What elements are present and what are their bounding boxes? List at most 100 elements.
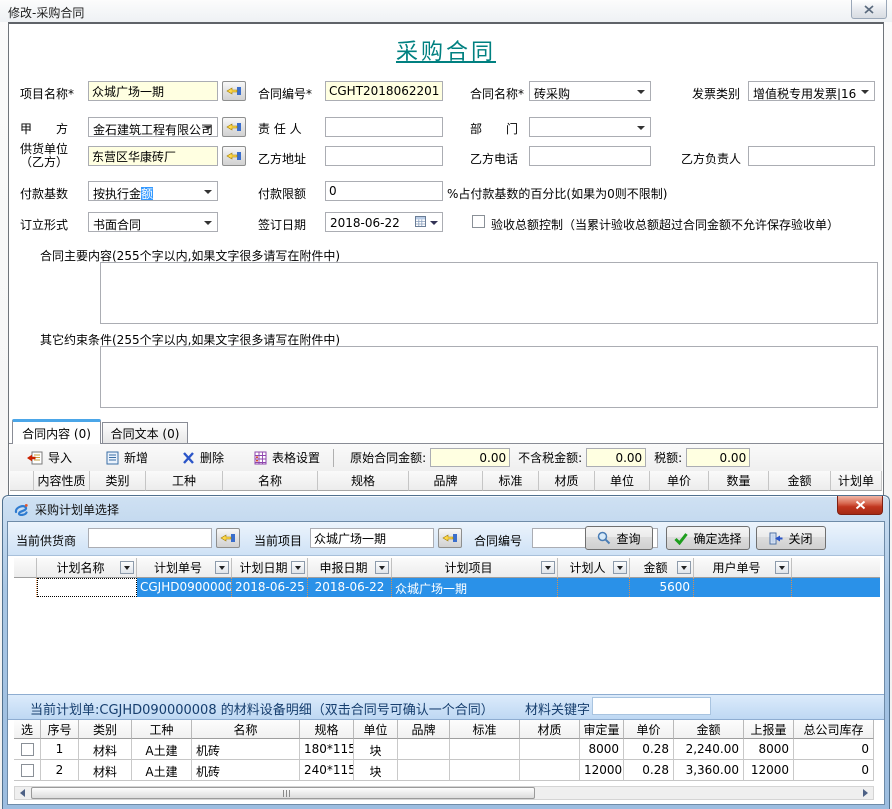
delete-button[interactable]: 删除 <box>177 446 229 469</box>
column-header[interactable]: 用户单号 <box>694 558 792 578</box>
plan-row-selected[interactable]: CGJHD090000008 2018-06-25 2018-06-22 众城广… <box>14 578 880 597</box>
tax-amount-input[interactable] <box>686 448 750 467</box>
plan-no-cell[interactable]: CGJHD090000008 <box>137 578 232 597</box>
query-button[interactable]: 查询 <box>585 526 653 550</box>
department-combo[interactable] <box>529 117 651 137</box>
filter-dropdown-button[interactable] <box>613 561 627 574</box>
filter-dropdown-button[interactable] <box>215 561 229 574</box>
tab-contract-content[interactable]: 合同内容 (0) <box>12 419 101 444</box>
column-header[interactable]: 工种 <box>132 720 192 739</box>
column-header[interactable]: 材质 <box>539 471 595 491</box>
project-pick-button[interactable] <box>438 528 462 548</box>
scroll-right-button[interactable] <box>858 787 873 799</box>
column-header[interactable]: 计划名称 <box>37 558 137 578</box>
supplier-input[interactable] <box>88 146 218 166</box>
column-header[interactable]: 规格 <box>318 471 409 491</box>
notax-amount-input[interactable] <box>586 448 646 467</box>
column-header[interactable]: 申报日期 <box>308 558 392 578</box>
planner-cell[interactable] <box>558 578 630 597</box>
column-header[interactable]: 内容性质 <box>34 471 90 491</box>
project-input[interactable] <box>88 81 218 101</box>
column-header[interactable]: 工种 <box>146 471 223 491</box>
column-header[interactable]: 数量 <box>709 471 769 491</box>
scroll-left-button[interactable] <box>15 787 30 799</box>
column-header[interactable]: 上报量 <box>744 720 794 739</box>
column-header[interactable]: 计划人 <box>558 558 630 578</box>
column-header[interactable]: 计划项目 <box>392 558 558 578</box>
filter-dropdown-button[interactable] <box>775 561 789 574</box>
keyword-input[interactable] <box>592 697 711 715</box>
original-amount-input[interactable] <box>430 448 510 467</box>
other-terms-textarea[interactable] <box>100 346 878 408</box>
filter-dropdown-button[interactable] <box>375 561 389 574</box>
project-picker-button[interactable] <box>222 81 246 101</box>
column-header[interactable]: 名称 <box>223 471 318 491</box>
column-header[interactable]: 金额 <box>769 471 831 491</box>
import-button[interactable]: 导入 <box>22 446 77 469</box>
grid-setup-button[interactable]: 表格设置 <box>249 446 325 469</box>
pay-base-combo[interactable]: 按执行金额 <box>88 181 218 201</box>
pay-limit-input[interactable] <box>325 181 443 201</box>
report-date-cell[interactable]: 2018-06-22 <box>308 578 392 597</box>
window-close-button[interactable] <box>851 0 887 19</box>
column-header[interactable]: 序号 <box>41 720 79 739</box>
select-cell[interactable] <box>14 739 41 760</box>
contract-name-combo[interactable]: 砖采购 <box>529 81 651 101</box>
column-header[interactable]: 单价 <box>650 471 709 491</box>
column-header[interactable]: 金额 <box>674 720 744 739</box>
column-header[interactable]: 计划单号 <box>137 558 232 578</box>
column-header[interactable]: 单价 <box>624 720 674 739</box>
party-b-leader-input[interactable] <box>748 146 875 166</box>
column-header[interactable]: 标准 <box>483 471 539 491</box>
select-cell[interactable] <box>14 760 41 781</box>
party-b-tel-input[interactable] <box>529 146 651 166</box>
party-b-addr-input[interactable] <box>325 146 443 166</box>
acceptance-total-checkbox[interactable] <box>472 215 485 228</box>
column-header[interactable]: 名称 <box>192 720 300 739</box>
plan-amount-cell[interactable]: 5600 <box>630 578 694 597</box>
responsible-input[interactable] <box>325 117 443 137</box>
plan-date-cell[interactable]: 2018-06-25 <box>232 578 308 597</box>
filter-dropdown-button[interactable] <box>120 561 134 574</box>
current-project-input[interactable] <box>310 528 434 548</box>
column-header[interactable]: 标准 <box>450 720 520 739</box>
plan-project-cell[interactable]: 众城广场一期 <box>392 578 558 597</box>
column-header[interactable]: 审定量 <box>580 720 624 739</box>
column-header[interactable]: 总公司库存 <box>794 720 874 739</box>
dialog-close-button[interactable] <box>837 496 883 515</box>
column-header[interactable]: 品牌 <box>409 471 483 491</box>
row-checkbox[interactable] <box>21 764 34 777</box>
detail-row[interactable]: 1 材料 A土建 机砖 180*115* 块 8000 0.28 2,240.0… <box>14 739 874 760</box>
supplier-picker-button[interactable] <box>222 146 246 166</box>
column-header[interactable]: 单位 <box>354 720 398 739</box>
filter-dropdown-button[interactable] <box>541 561 555 574</box>
horizontal-scrollbar[interactable] <box>14 786 874 800</box>
tab-contract-text[interactable]: 合同文本 (0) <box>102 422 188 444</box>
dialog-close-action-button[interactable]: 关闭 <box>756 526 826 550</box>
column-header[interactable]: 计划日期 <box>232 558 308 578</box>
column-header[interactable]: 单位 <box>595 471 650 491</box>
main-content-textarea[interactable] <box>100 262 878 324</box>
column-header[interactable]: 规格 <box>300 720 354 739</box>
sign-date-picker[interactable]: 2018-06-22 <box>325 212 443 232</box>
plan-name-cell[interactable] <box>37 578 137 597</box>
party-a-combo[interactable]: 金石建筑工程有限公司 <box>88 117 218 137</box>
confirm-select-button[interactable]: 确定选择 <box>666 526 750 550</box>
supplier-pick-button[interactable] <box>216 528 240 548</box>
column-header[interactable]: 品牌 <box>398 720 450 739</box>
column-header[interactable]: 材质 <box>520 720 580 739</box>
column-header[interactable]: 金额 <box>630 558 694 578</box>
row-selector-cell[interactable] <box>14 578 37 597</box>
filter-dropdown-button[interactable] <box>677 561 691 574</box>
party-a-picker-button[interactable] <box>222 117 246 137</box>
contract-no-input[interactable] <box>325 81 443 101</box>
form-type-combo[interactable]: 书面合同 <box>88 212 218 232</box>
column-header[interactable]: 计划单 <box>831 471 882 491</box>
current-supplier-input[interactable] <box>88 528 212 548</box>
column-header[interactable]: 选 <box>14 720 41 739</box>
add-button[interactable]: 新增 <box>101 446 153 469</box>
column-header[interactable]: 类别 <box>90 471 146 491</box>
detail-row[interactable]: 2 材料 A土建 机砖 240*115* 块 12000 0.28 3,360.… <box>14 760 874 781</box>
row-checkbox[interactable] <box>21 743 34 756</box>
invoice-type-combo[interactable]: 增值税专用发票|16 <box>748 81 875 101</box>
